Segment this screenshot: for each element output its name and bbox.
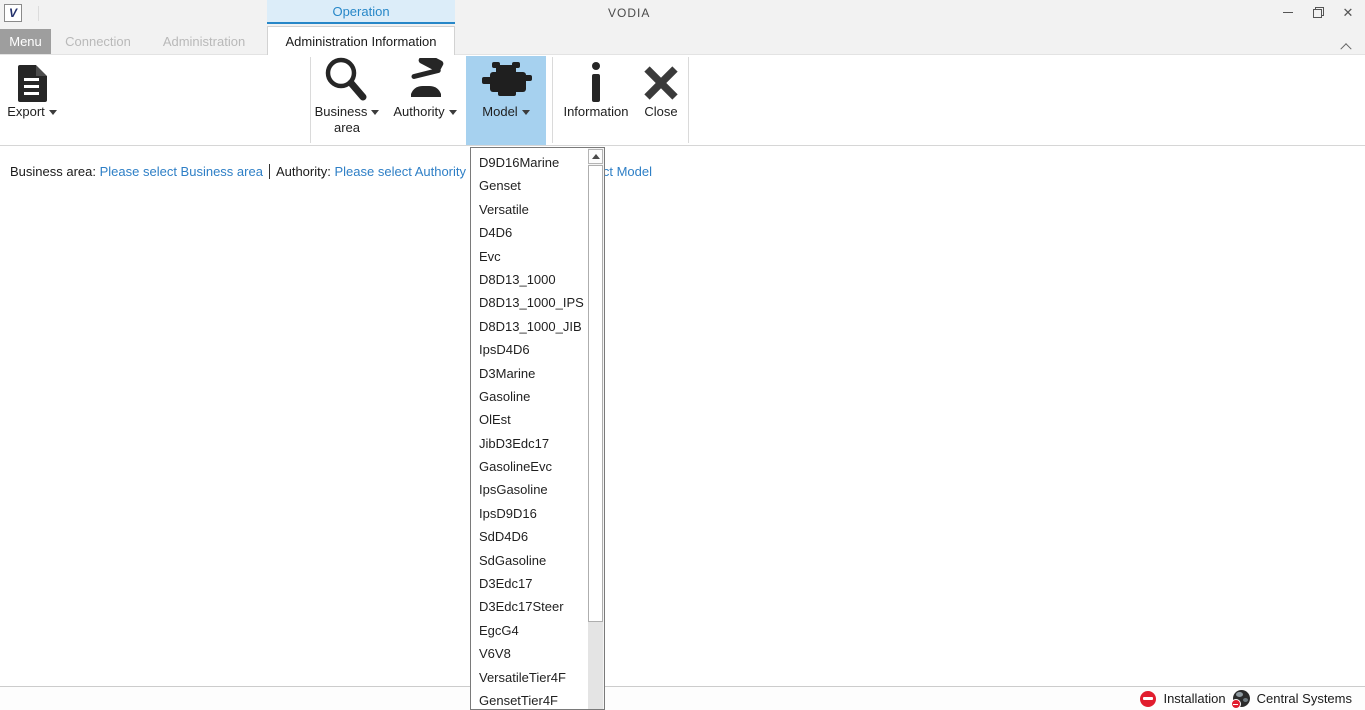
restore-button[interactable] bbox=[1303, 0, 1333, 24]
scroll-up-button[interactable] bbox=[588, 149, 603, 164]
close-window-icon: ✕ bbox=[1343, 6, 1354, 19]
authority-field-label: Authority: bbox=[276, 164, 331, 179]
toolbar-divider bbox=[310, 57, 311, 143]
installation-status-label: Installation bbox=[1163, 691, 1225, 706]
model-dropdown-item[interactable]: VersatileTier4F bbox=[471, 666, 588, 689]
model-dropdown-item[interactable]: SdGasoline bbox=[471, 549, 588, 572]
authority-label: Authority bbox=[393, 104, 444, 119]
business-area-field-label: Business area: bbox=[10, 164, 96, 179]
model-dropdown-item[interactable]: D8D13_1000_IPS bbox=[471, 291, 588, 314]
window-controls: ✕ bbox=[1273, 0, 1363, 24]
restore-icon bbox=[1313, 7, 1324, 18]
status-bar: Installation Central Systems bbox=[0, 686, 1365, 710]
dropdown-arrow-icon bbox=[371, 110, 379, 115]
model-dropdown-item[interactable]: Evc bbox=[471, 245, 588, 268]
model-dropdown-item[interactable]: D3Marine bbox=[471, 362, 588, 385]
dropdown-arrow-icon bbox=[49, 110, 57, 115]
magnifier-icon bbox=[320, 56, 374, 102]
x-icon bbox=[642, 56, 680, 102]
dropdown-scrollbar[interactable] bbox=[588, 148, 604, 709]
tab-menu[interactable]: Menu bbox=[0, 29, 51, 54]
export-button[interactable]: Export bbox=[4, 56, 60, 145]
gavel-icon bbox=[397, 56, 453, 102]
business-area-label-line2: area bbox=[334, 120, 360, 135]
business-area-label-line1: Business bbox=[315, 104, 368, 119]
authority-select-link[interactable]: Please select Authority bbox=[334, 164, 466, 179]
ribbon-toolbar: Export Business area bbox=[0, 55, 1365, 146]
close-label: Close bbox=[644, 104, 677, 119]
window-title: VODIA bbox=[608, 6, 650, 20]
model-dropdown-item[interactable]: D3Edc17Steer bbox=[471, 595, 588, 618]
model-dropdown-item[interactable]: D8D13_1000 bbox=[471, 268, 588, 291]
contextual-tab-operation[interactable]: Operation bbox=[267, 0, 455, 24]
model-dropdown-item[interactable]: JibD3Edc17 bbox=[471, 432, 588, 455]
information-button[interactable]: Information bbox=[558, 56, 634, 145]
tab-administration-information[interactable]: Administration Information bbox=[267, 26, 455, 55]
central-systems-status-label: Central Systems bbox=[1257, 691, 1352, 706]
info-icon bbox=[590, 56, 602, 102]
field-separator bbox=[269, 164, 270, 179]
model-dropdown-item[interactable]: IpsGasoline bbox=[471, 478, 588, 501]
model-dropdown: D9D16MarineGensetVersatileD4D6EvcD8D13_1… bbox=[470, 147, 605, 710]
model-dropdown-item[interactable]: OlEst bbox=[471, 408, 588, 431]
model-button[interactable]: Model bbox=[466, 56, 546, 145]
model-dropdown-item[interactable]: GasolineEvc bbox=[471, 455, 588, 478]
tab-administration[interactable]: Administration bbox=[150, 29, 258, 54]
toolbar-divider bbox=[552, 57, 553, 143]
app-logo-icon[interactable]: V bbox=[4, 4, 22, 22]
business-area-select-link[interactable]: Please select Business area bbox=[100, 164, 263, 179]
minimize-button[interactable] bbox=[1273, 0, 1303, 24]
ribbon-tabstrip: Menu Connection Administration Administr… bbox=[0, 26, 1365, 55]
model-dropdown-item[interactable]: SdD4D6 bbox=[471, 525, 588, 548]
export-label: Export bbox=[7, 104, 45, 119]
model-dropdown-item[interactable]: GensetTier4F bbox=[471, 689, 588, 709]
model-label: Model bbox=[482, 104, 517, 119]
triangle-up-icon bbox=[592, 154, 600, 159]
model-dropdown-item[interactable]: Genset bbox=[471, 174, 588, 197]
selection-bar: Business area: Please select Business ar… bbox=[0, 164, 1365, 184]
tab-connection[interactable]: Connection bbox=[58, 29, 138, 54]
vodia-window: V VODIA ✕ Operation Menu Connection Admi… bbox=[0, 0, 1365, 710]
document-icon bbox=[18, 56, 47, 102]
model-dropdown-item[interactable]: Gasoline bbox=[471, 385, 588, 408]
scrollbar-thumb[interactable] bbox=[588, 165, 603, 622]
model-dropdown-item[interactable]: IpsD9D16 bbox=[471, 502, 588, 525]
no-entry-icon bbox=[1140, 691, 1156, 707]
model-dropdown-item[interactable]: D4D6 bbox=[471, 221, 588, 244]
business-area-button[interactable]: Business area bbox=[312, 56, 382, 145]
close-window-button[interactable]: ✕ bbox=[1333, 0, 1363, 24]
model-dropdown-item[interactable]: D9D16Marine bbox=[471, 151, 588, 174]
model-dropdown-item[interactable]: V6V8 bbox=[471, 642, 588, 665]
scrollbar-track[interactable] bbox=[588, 622, 603, 709]
close-button[interactable]: Close bbox=[636, 56, 686, 145]
dropdown-arrow-icon bbox=[449, 110, 457, 115]
model-dropdown-item[interactable]: EgcG4 bbox=[471, 619, 588, 642]
model-dropdown-item[interactable]: D3Edc17 bbox=[471, 572, 588, 595]
authority-button[interactable]: Authority bbox=[386, 56, 464, 145]
minimize-icon bbox=[1283, 12, 1293, 13]
model-dropdown-item[interactable]: Versatile bbox=[471, 198, 588, 221]
dropdown-arrow-icon bbox=[522, 110, 530, 115]
engine-icon bbox=[478, 56, 534, 102]
titlebar-divider bbox=[38, 6, 39, 21]
toolbar-divider bbox=[688, 57, 689, 143]
model-dropdown-list: D9D16MarineGensetVersatileD4D6EvcD8D13_1… bbox=[471, 148, 588, 709]
model-dropdown-item[interactable]: IpsD4D6 bbox=[471, 338, 588, 361]
globe-blocked-icon bbox=[1233, 690, 1250, 707]
model-dropdown-item[interactable]: D8D13_1000_JIB bbox=[471, 315, 588, 338]
information-label: Information bbox=[563, 104, 628, 119]
